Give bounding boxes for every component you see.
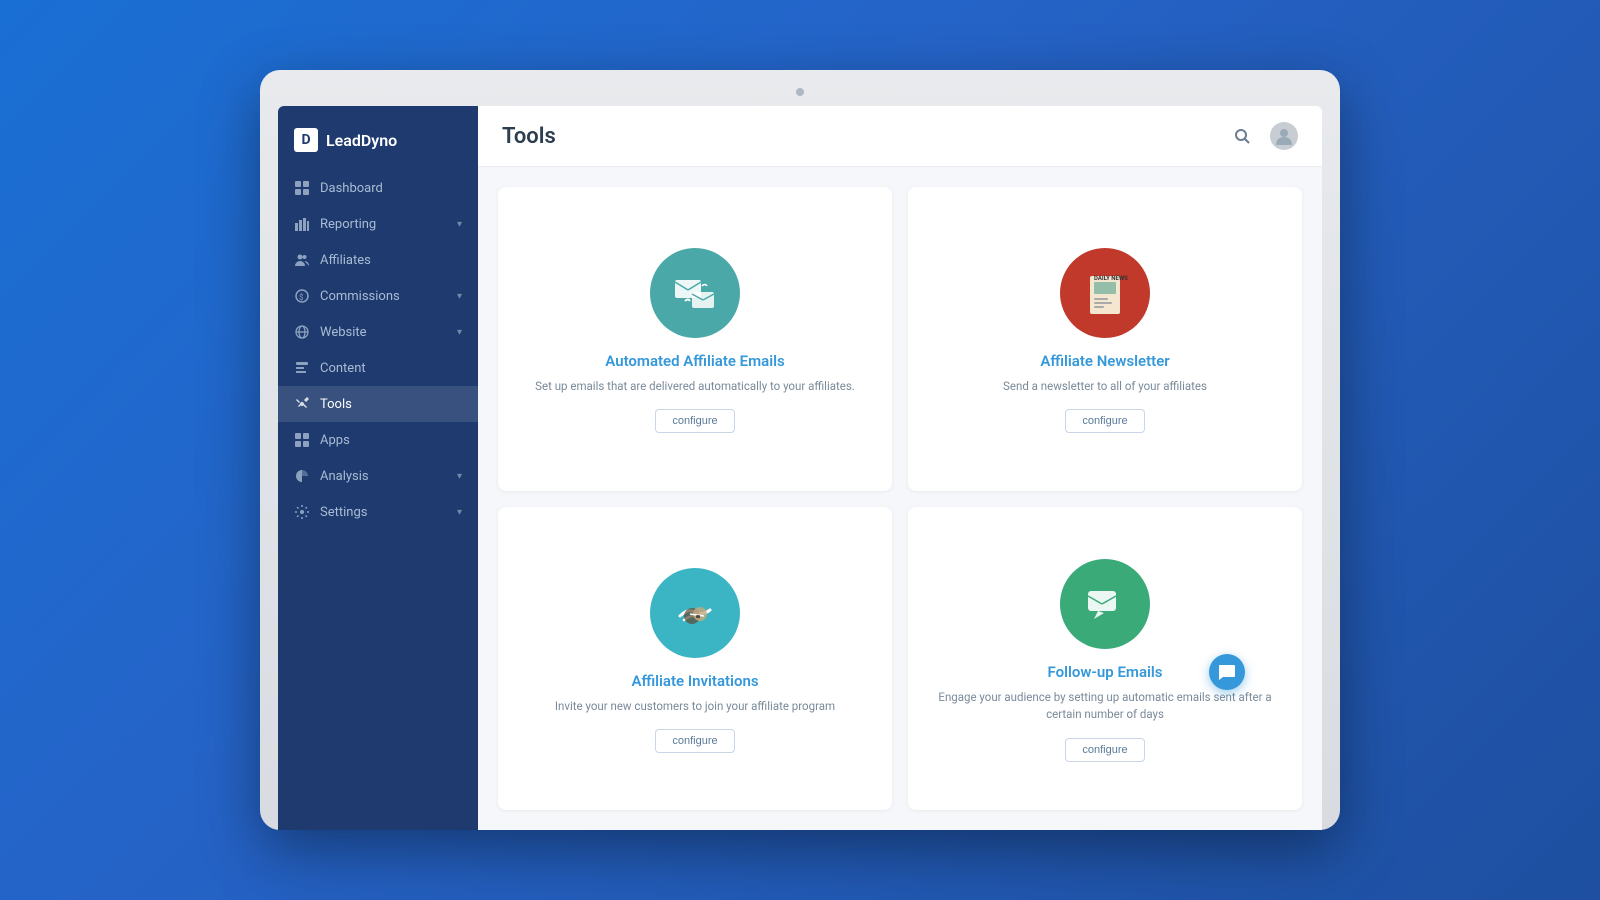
affiliates-icon bbox=[294, 252, 310, 268]
sidebar-item-analysis[interactable]: Analysis ▾ bbox=[278, 458, 478, 494]
sidebar-item-website[interactable]: Website ▾ bbox=[278, 314, 478, 350]
sidebar-item-label-apps: Apps bbox=[320, 433, 350, 448]
followup-title: Follow-up Emails bbox=[1047, 663, 1162, 681]
sidebar-item-label-content: Content bbox=[320, 361, 366, 376]
sidebar-item-label-dashboard: Dashboard bbox=[320, 181, 383, 196]
settings-icon bbox=[294, 504, 310, 520]
reporting-arrow: ▾ bbox=[457, 219, 462, 230]
svg-text:$: $ bbox=[299, 293, 304, 302]
sidebar-item-tools[interactable]: Tools bbox=[278, 386, 478, 422]
tools-icon bbox=[294, 396, 310, 412]
newsletter-title: Affiliate Newsletter bbox=[1040, 352, 1169, 370]
content-icon bbox=[294, 360, 310, 376]
reporting-icon bbox=[294, 216, 310, 232]
automated-emails-icon bbox=[650, 248, 740, 338]
apps-icon bbox=[294, 432, 310, 448]
page-header: Tools bbox=[478, 106, 1322, 167]
avatar[interactable] bbox=[1270, 122, 1298, 150]
invitations-title: Affiliate Invitations bbox=[631, 672, 758, 690]
settings-arrow: ▾ bbox=[457, 507, 462, 518]
automated-emails-desc: Set up emails that are delivered automat… bbox=[535, 378, 855, 395]
newsletter-desc: Send a newsletter to all of your affilia… bbox=[1003, 378, 1207, 395]
website-icon bbox=[294, 324, 310, 340]
header-actions bbox=[1228, 122, 1298, 150]
sidebar-item-label-affiliates: Affiliates bbox=[320, 253, 371, 268]
chat-icon bbox=[1218, 663, 1236, 681]
sidebar-item-label-settings: Settings bbox=[320, 505, 367, 520]
monitor-outer: D LeadDyno Dashboard Reporting bbox=[260, 70, 1340, 830]
website-arrow: ▾ bbox=[457, 327, 462, 338]
sidebar-item-label-commissions: Commissions bbox=[320, 289, 400, 304]
sidebar-item-commissions[interactable]: $ Commissions ▾ bbox=[278, 278, 478, 314]
sidebar-item-label-reporting: Reporting bbox=[320, 217, 376, 232]
sidebar-item-label-website: Website bbox=[320, 325, 367, 340]
sidebar-item-reporting[interactable]: Reporting ▾ bbox=[278, 206, 478, 242]
dashboard-icon bbox=[294, 180, 310, 196]
analysis-arrow: ▾ bbox=[457, 471, 462, 482]
logo-text: LeadDyno bbox=[326, 131, 397, 150]
sidebar-item-settings[interactable]: Settings ▾ bbox=[278, 494, 478, 530]
automated-emails-configure-button[interactable]: configure bbox=[655, 409, 734, 433]
followup-desc: Engage your audience by setting up autom… bbox=[928, 689, 1282, 724]
tools-grid: Automated Affiliate Emails Set up emails… bbox=[478, 167, 1322, 830]
sidebar-item-dashboard[interactable]: Dashboard bbox=[278, 170, 478, 206]
automated-emails-title: Automated Affiliate Emails bbox=[605, 352, 784, 370]
newsletter-icon: DAILY NEWS bbox=[1060, 248, 1150, 338]
monitor-dot bbox=[796, 88, 804, 96]
monitor-screen: D LeadDyno Dashboard Reporting bbox=[278, 106, 1322, 830]
tool-card-followup: Follow-up Emails Engage your audience by… bbox=[908, 507, 1302, 811]
sidebar-item-affiliates[interactable]: Affiliates bbox=[278, 242, 478, 278]
search-icon[interactable] bbox=[1228, 122, 1256, 150]
sidebar-item-apps[interactable]: Apps bbox=[278, 422, 478, 458]
tool-card-automated-emails: Automated Affiliate Emails Set up emails… bbox=[498, 187, 892, 491]
sidebar-item-label-analysis: Analysis bbox=[320, 469, 369, 484]
logo-area[interactable]: D LeadDyno bbox=[278, 116, 478, 170]
followup-configure-button[interactable]: configure bbox=[1065, 738, 1144, 762]
svg-text:DAILY NEWS: DAILY NEWS bbox=[1094, 275, 1128, 282]
commissions-arrow: ▾ bbox=[457, 291, 462, 302]
invitations-desc: Invite your new customers to join your a… bbox=[555, 698, 835, 715]
main-content: Tools bbox=[478, 106, 1322, 830]
page-title: Tools bbox=[502, 124, 556, 149]
tool-card-invitations: Affiliate Invitations Invite your new cu… bbox=[498, 507, 892, 811]
commissions-icon: $ bbox=[294, 288, 310, 304]
sidebar-item-content[interactable]: Content bbox=[278, 350, 478, 386]
sidebar-item-label-tools: Tools bbox=[320, 397, 352, 412]
invitations-configure-button[interactable]: configure bbox=[655, 729, 734, 753]
newsletter-configure-button[interactable]: configure bbox=[1065, 409, 1144, 433]
logo-icon: D bbox=[294, 128, 318, 152]
tool-card-newsletter: DAILY NEWS Affiliate Newsletter Send a n… bbox=[908, 187, 1302, 491]
analysis-icon bbox=[294, 468, 310, 484]
invitations-icon bbox=[650, 568, 740, 658]
sidebar: D LeadDyno Dashboard Reporting bbox=[278, 106, 478, 830]
followup-icon bbox=[1060, 559, 1150, 649]
chat-bubble[interactable] bbox=[1209, 654, 1245, 690]
